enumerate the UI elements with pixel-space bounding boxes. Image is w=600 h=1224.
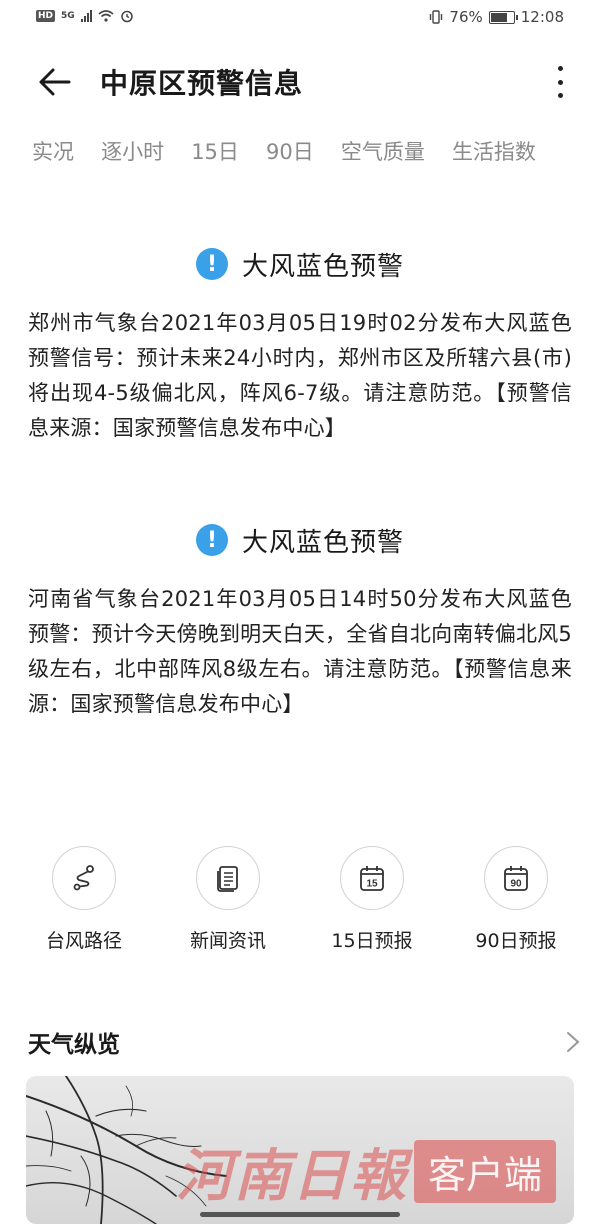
typhoon-path-icon	[73, 865, 94, 891]
forecast-90-button[interactable]: 90 90日预报	[460, 846, 572, 953]
tab-90day[interactable]: 90日	[266, 136, 314, 166]
tab-live[interactable]: 实况	[32, 136, 74, 166]
hd-badge: HD	[36, 10, 56, 22]
arrow-left-icon	[39, 68, 71, 96]
tab-hourly[interactable]: 逐小时	[101, 136, 164, 166]
app-header: 中原区预警信息	[0, 52, 600, 112]
calendar-badge: 15	[366, 879, 378, 890]
tab-air-quality[interactable]: 空气质量	[341, 136, 425, 166]
page-title: 中原区预警信息	[100, 67, 304, 100]
weather-overview-header[interactable]: 天气纵览	[28, 1024, 580, 1060]
shortcut-circle: 15	[340, 846, 404, 910]
warning-title: 大风蓝色预警	[241, 251, 404, 282]
vibrate-icon	[430, 10, 443, 24]
status-right: 76% 12:08	[429, 8, 564, 26]
back-button[interactable]	[32, 60, 76, 104]
shortcut-label: 新闻资讯	[189, 930, 266, 952]
warning-title-row: ! 大风蓝色预警	[28, 520, 572, 560]
warning-title: 大风蓝色预警	[241, 527, 404, 558]
status-left: HD 5G	[36, 9, 134, 23]
shortcut-label: 90日预报	[475, 930, 557, 952]
battery-icon	[488, 10, 518, 24]
shortcut-circle	[52, 846, 116, 910]
signal-icon	[80, 10, 92, 22]
warning-card: ! 大风蓝色预警 郑州市气象台2021年03月05日19时02分发布大风蓝色预警…	[28, 244, 572, 446]
alarm-icon	[120, 10, 133, 23]
calendar-15-icon: 15	[360, 866, 384, 891]
weather-overview-card[interactable]: 河南日報 客户端	[26, 1076, 574, 1224]
exclamation-icon: !	[195, 248, 228, 280]
exclamation-icon: !	[195, 524, 228, 556]
more-button[interactable]	[550, 62, 570, 102]
watermark: 河南日報 客户端	[176, 1131, 556, 1212]
status-bar: HD 5G 76% 12:08	[0, 0, 600, 36]
watermark-name: 河南日報	[175, 1143, 408, 1209]
battery-percent: 76%	[449, 8, 483, 26]
warning-body: 郑州市气象台2021年03月05日19时02分发布大风蓝色预警信号：预计未来24…	[28, 311, 572, 440]
tab-life-index[interactable]: 生活指数	[452, 136, 536, 166]
chevron-right-icon	[567, 1032, 580, 1052]
warning-title-row: ! 大风蓝色预警	[28, 244, 572, 284]
tab-15day[interactable]: 15日	[191, 136, 239, 166]
wifi-icon	[98, 10, 114, 22]
shortcut-label: 台风路径	[45, 930, 122, 952]
forecast-15-button[interactable]: 15 15日预报	[316, 846, 428, 953]
shortcut-circle	[196, 846, 260, 910]
home-indicator[interactable]	[200, 1212, 400, 1217]
watermark-tag: 客户端	[413, 1140, 556, 1203]
shortcut-row: 台风路径 新闻资讯 15 15日预报 90 90日预报	[28, 846, 572, 953]
warning-body: 河南省气象台2021年03月05日14时50分发布大风蓝色预警：预计今天傍晚到明…	[28, 587, 572, 716]
section-title: 天气纵览	[28, 1032, 120, 1058]
news-icon	[217, 866, 238, 892]
tab-bar: 实况 逐小时 15日 90日 空气质量 生活指数	[32, 136, 600, 170]
warning-card: ! 大风蓝色预警 河南省气象台2021年03月05日14时50分发布大风蓝色预警…	[28, 520, 572, 722]
calendar-badge: 90	[510, 879, 522, 890]
shortcut-circle: 90	[484, 846, 548, 910]
network-label: 5G	[61, 11, 75, 21]
typhoon-path-button[interactable]: 台风路径	[28, 846, 140, 953]
clock: 12:08	[520, 8, 564, 26]
calendar-90-icon: 90	[504, 866, 528, 891]
news-button[interactable]: 新闻资讯	[172, 846, 284, 953]
shortcut-label: 15日预报	[331, 930, 413, 952]
more-vertical-icon	[557, 66, 563, 71]
